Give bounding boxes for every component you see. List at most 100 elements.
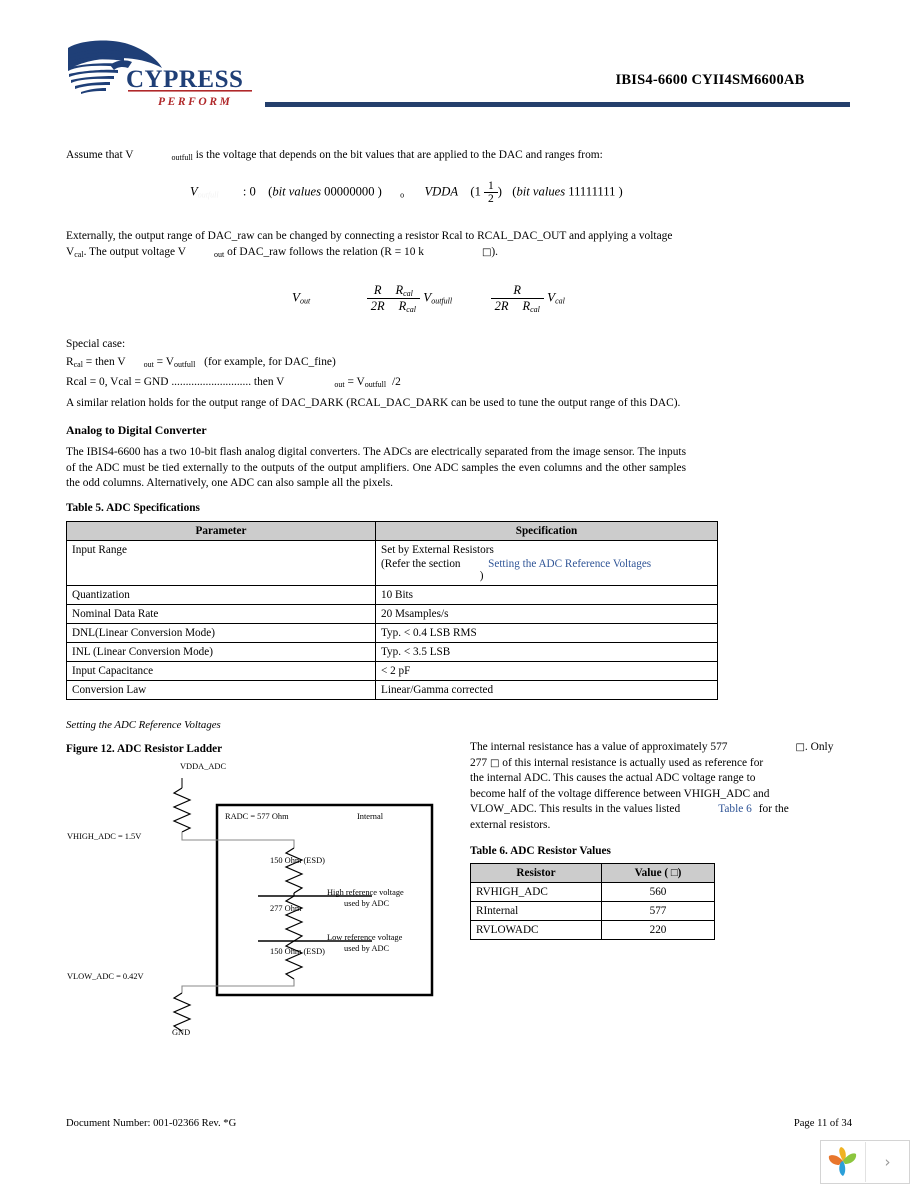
formula-vout: Vout R Rcal 2R Rcal Voutfull R 2R Rcal Vcal: [292, 283, 565, 314]
table5-cell-parameter: Input Range: [66, 540, 376, 586]
label-low-reference-line2: used by ADC: [344, 944, 390, 953]
irp-line5-text: VLOW_ADC. This results in the values lis…: [470, 803, 681, 816]
resistor-ladder-svg: [172, 778, 434, 1032]
special-case-heading: Special case:: [66, 338, 126, 350]
subsection-heading-italic: Setting the ADC Reference Voltages: [66, 719, 221, 731]
footer-page-number: Page 11 of 34: [793, 1118, 852, 1129]
t2-den-b-sub: cal: [530, 305, 540, 314]
label-low-reference-line1: Low reference voltage: [327, 933, 403, 942]
sc1-d: (for example, for DAC_fine): [204, 356, 336, 368]
figure-adc-resistor-ladder: VDDA_ADC VHIGH_ADC = 1.5V VLOW_ADC = 0.4…: [62, 760, 462, 1037]
t2-den-a: 2R: [494, 299, 509, 313]
irp-line5-suffix: for the: [758, 803, 789, 816]
formula-var-sub: outfull: [197, 190, 219, 200]
table5-cell-specification: Linear/Gamma corrected: [375, 680, 718, 700]
input-range-line1: Set by External Resistors: [381, 544, 494, 556]
table6-cell-resistor: RVLOWADC: [470, 920, 602, 940]
label-high-reference-line2: used by ADC: [344, 899, 390, 908]
vout-term1-fraction: R Rcal 2R Rcal: [366, 283, 420, 314]
formula-paren-close: ): [497, 184, 502, 199]
ohm-missing-glyph: □: [489, 757, 500, 769]
table-adc-specifications: Parameter Specification Input Range Set …: [66, 521, 718, 700]
table-row: DNL(Linear Conversion Mode) Typ. < 0.4 L…: [66, 623, 718, 643]
table-row: Quantization 10 Bits: [66, 585, 718, 605]
label-high-reference-line1: High reference voltage: [327, 888, 404, 897]
table-row: Input Capacitance < 2 pF: [66, 661, 718, 681]
assume-paragraph: Assume that V outfull is the voltage that…: [66, 148, 806, 166]
t1-mult-sub: outfull: [431, 296, 453, 306]
label-gnd: GND: [172, 1028, 191, 1037]
irp-line2-text: of this internal resistance is actually …: [502, 756, 764, 769]
formula-low-bits: 00000000: [324, 184, 375, 199]
document-page: CYPRESS PERFORM IBIS4-6600 CYII4SM6600AB…: [0, 0, 918, 1188]
table5-header-row: Parameter Specification: [66, 521, 718, 541]
formula-paren-open: (1: [470, 184, 481, 199]
sc1-c-sub: outfull: [173, 360, 196, 369]
term2-denominator: 2R Rcal: [491, 299, 544, 314]
label-resistor-bottom: 150 Ohm (ESD): [270, 947, 325, 956]
external-line2-b: . The output voltage V: [83, 246, 186, 258]
sc2-c: = V: [347, 376, 365, 388]
irp-line3: the internal ADC. This causes the actual…: [470, 772, 756, 785]
assume-suffix: is the voltage that depends on the bit v…: [195, 149, 603, 161]
external-range-line2: Vcal. The output voltage V out of DAC_raw…: [66, 245, 826, 263]
table-adc-resistor-values: Resistor Value ( □) RVHIGH_ADC 560 RInte…: [470, 863, 715, 940]
rcal-sub: cal: [73, 360, 83, 369]
fraction-numerator: 1: [484, 180, 498, 193]
formula-output-range: Voutfull : 0 (bit values 00000000 ) o VD…: [190, 180, 623, 205]
special-case-line2: Rcal = 0, Vcal = GND ...................…: [66, 375, 401, 393]
link-setting-adc-reference-voltages[interactable]: Setting the ADC Reference Voltages: [488, 558, 651, 570]
table5-cell-specification: Typ. < 0.4 LSB RMS: [375, 623, 718, 643]
table-row: RVHIGH_ADC 560: [470, 882, 715, 902]
resistor-internal-277: [284, 895, 304, 942]
viewer-widget[interactable]: ›: [820, 1140, 910, 1184]
table6-header-row: Resistor Value ( □): [470, 863, 715, 883]
label-radc: RADC = 577 Ohm: [225, 812, 289, 821]
ohm-missing-glyph: □: [795, 742, 805, 753]
resistor-esd-top: [284, 847, 304, 894]
special-case-line1: Rcal = then V out = Voutfull (for example…: [66, 355, 336, 373]
rcal-var: R: [66, 356, 74, 368]
table5-cell-specification: Typ. < 3.5 LSB: [375, 642, 718, 662]
formula-high-bits: 11111111: [568, 184, 616, 199]
t1-den-b-sub: cal: [406, 305, 416, 314]
table-row: RVLOWADC 220: [470, 920, 715, 940]
formula-low: : 0: [242, 184, 256, 199]
t1-num-a: R: [373, 283, 382, 297]
figure12-caption: Figure 12. ADC Resistor Ladder: [66, 743, 223, 755]
t1-num-b: R: [395, 283, 404, 297]
term1-denominator: 2R Rcal: [367, 299, 420, 314]
irp-line4: become half of the voltage difference be…: [470, 787, 770, 800]
irp-line5: VLOW_ADC. This results in the values lis…: [470, 802, 840, 818]
irp-line6: external resistors.: [470, 818, 551, 831]
table6-cell-value: 577: [601, 901, 715, 921]
adc-section-paragraph: The IBIS4-6600 has a two 10-bit flash an…: [66, 446, 686, 490]
external-line2-c: of DAC_raw follows the relation (R = 10 …: [227, 246, 424, 258]
internal-resistance-paragraph: The internal resistance has a value of a…: [470, 740, 840, 834]
cypress-logo: CYPRESS PERFORM: [66, 38, 266, 110]
similar-relation-paragraph: A similar relation holds for the output …: [66, 397, 681, 409]
vout-sub: out: [213, 250, 225, 259]
page-title: IBIS4-6600 CYII4SM6600AB: [615, 72, 805, 88]
label-vdda-adc: VDDA_ADC: [180, 762, 227, 771]
wire-vlow: [181, 979, 295, 993]
table5-cell-specification: 20 Msamples/s: [375, 604, 718, 624]
link-table6[interactable]: Table 6: [718, 803, 752, 815]
formula-fraction: 1 2: [484, 180, 498, 205]
table5-cell-specification: Set by External Resistors (Refer the sec…: [375, 540, 718, 586]
footer-document-number: Document Number: 001-02366 Rev. *G: [66, 1118, 237, 1129]
label-vlow-adc: VLOW_ADC = 0.42V: [67, 972, 144, 981]
next-page-button[interactable]: ›: [866, 1153, 909, 1171]
header-divider: [265, 102, 850, 107]
input-range-line2: (Refer the section Setting the ADC Refer…: [381, 558, 712, 582]
cypress-logo-svg: CYPRESS PERFORM: [68, 40, 252, 108]
table5-cell-specification: < 2 pF: [375, 661, 718, 681]
irp-line1: The internal resistance has a value of a…: [470, 740, 840, 756]
ohm-missing-glyph: □: [481, 247, 492, 258]
formula-high-bits-label: bit values: [516, 184, 566, 199]
formula-var: V: [190, 184, 198, 199]
table6-col-value: Value ( □): [601, 863, 715, 883]
resistor-rvlow: [172, 992, 192, 1032]
leaf-logo-icon: [821, 1142, 866, 1182]
term1-numerator: R Rcal: [366, 283, 420, 299]
